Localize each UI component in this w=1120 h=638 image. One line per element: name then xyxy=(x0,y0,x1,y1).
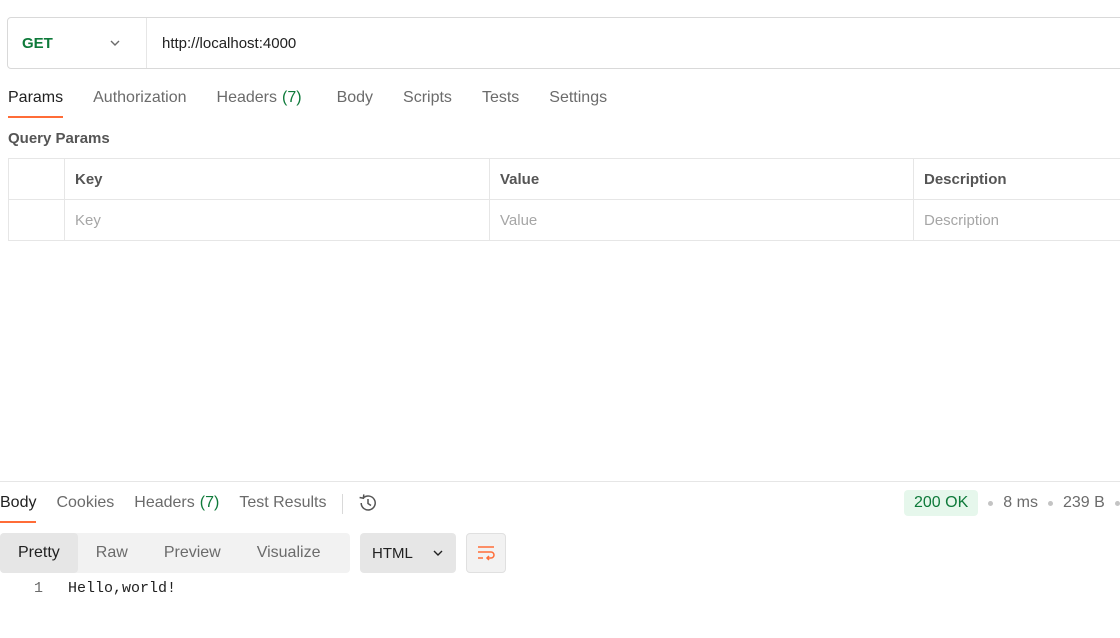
tab-body[interactable]: Body xyxy=(337,86,373,118)
checkbox-column-header xyxy=(8,158,65,200)
tab-authorization[interactable]: Authorization xyxy=(93,86,186,118)
tab-separator xyxy=(342,494,344,514)
dot-separator xyxy=(1047,500,1053,506)
tab-settings-label: Settings xyxy=(549,89,608,106)
view-pretty-button[interactable]: Pretty xyxy=(0,533,78,573)
response-tab-body-label: Body xyxy=(0,494,37,511)
view-visualize-button[interactable]: Visualize xyxy=(239,533,339,573)
row-checkbox-cell xyxy=(8,199,65,241)
tab-headers[interactable]: Headers (7) xyxy=(217,86,302,118)
response-tab-headers-label: Headers xyxy=(134,494,195,511)
view-mode-selector: Pretty Raw Preview Visualize xyxy=(0,533,350,573)
value-input[interactable]: Value xyxy=(489,199,914,241)
query-params-table: Key Value Description Key Value Descript… xyxy=(8,158,1120,241)
response-status-area: 200 OK 8 ms 239 B xyxy=(904,490,1120,516)
view-raw-button[interactable]: Raw xyxy=(78,533,146,573)
response-tab-headers[interactable]: Headers (7) xyxy=(134,491,219,523)
line-text: Hello,world! xyxy=(68,580,177,597)
method-select[interactable]: GET xyxy=(8,18,147,68)
wrap-lines-icon xyxy=(478,546,495,561)
response-tabs: Body Cookies Headers (7) Test Results xyxy=(0,491,379,523)
tab-params-label: Params xyxy=(8,89,64,106)
response-tab-test-results[interactable]: Test Results xyxy=(239,491,326,523)
tab-scripts-label: Scripts xyxy=(403,89,452,106)
description-column-header: Description xyxy=(913,158,1120,200)
chevron-down-icon xyxy=(110,40,120,46)
tab-params[interactable]: Params xyxy=(8,86,64,118)
response-body-line: 1 Hello,world! xyxy=(0,578,176,600)
headers-count: (7) xyxy=(282,89,302,106)
dot-separator xyxy=(988,500,994,506)
tab-settings[interactable]: Settings xyxy=(549,86,607,118)
response-tab-cookies-label: Cookies xyxy=(56,494,115,511)
status-badge[interactable]: 200 OK xyxy=(904,490,979,516)
query-params-title: Query Params xyxy=(8,130,110,147)
key-input[interactable]: Key xyxy=(64,199,490,241)
format-select-label: HTML xyxy=(372,544,413,562)
tab-tests-label: Tests xyxy=(481,89,520,106)
request-tabs: Params Authorization Headers (7) Body Scr… xyxy=(8,86,637,118)
value-column-header: Value xyxy=(489,158,914,200)
response-size[interactable]: 239 B xyxy=(1063,494,1105,512)
tab-authorization-label: Authorization xyxy=(93,89,187,106)
line-number: 1 xyxy=(33,580,43,597)
table-header-row: Key Value Description xyxy=(8,158,1120,200)
method-label: GET xyxy=(22,34,53,52)
response-tab-body[interactable]: Body xyxy=(0,491,37,523)
response-tab-test-results-label: Test Results xyxy=(239,494,327,511)
tab-tests[interactable]: Tests xyxy=(482,86,519,118)
url-input[interactable] xyxy=(147,18,1120,68)
view-preview-button[interactable]: Preview xyxy=(146,533,239,573)
wrap-lines-button[interactable] xyxy=(466,533,506,573)
tab-scripts[interactable]: Scripts xyxy=(403,86,452,118)
tab-body-label: Body xyxy=(336,89,374,106)
url-bar: GET xyxy=(7,17,1120,69)
description-input[interactable]: Description xyxy=(913,199,1120,241)
format-select[interactable]: HTML xyxy=(360,533,456,573)
tab-headers-label: Headers xyxy=(216,89,277,106)
table-row: Key Value Description xyxy=(8,199,1120,241)
dot-separator xyxy=(1114,500,1120,506)
response-divider xyxy=(0,481,1120,482)
key-column-header: Key xyxy=(64,158,490,200)
chevron-down-icon xyxy=(433,550,443,556)
response-time[interactable]: 8 ms xyxy=(1003,494,1038,512)
response-headers-count: (7) xyxy=(199,494,220,511)
history-icon[interactable] xyxy=(357,492,379,514)
response-tab-cookies[interactable]: Cookies xyxy=(56,491,114,523)
